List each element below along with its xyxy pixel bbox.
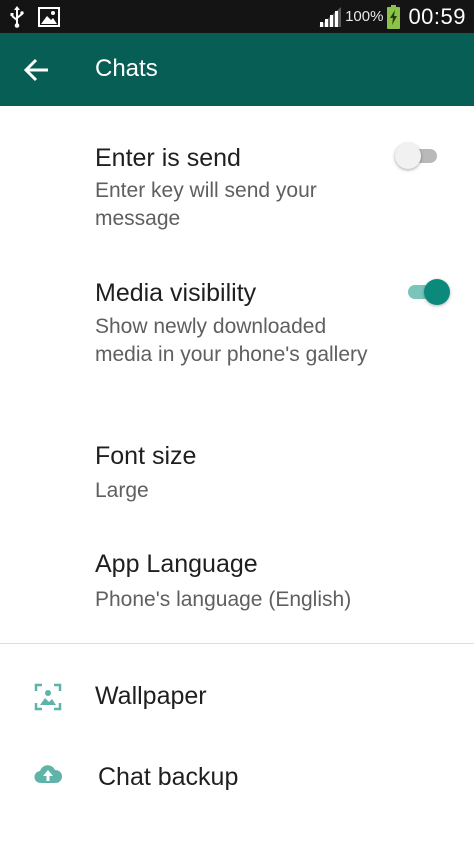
setting-enter-is-send[interactable]: Enter is send Enter key will send your m… xyxy=(0,106,474,236)
setting-subtitle: Enter key will send your message xyxy=(95,179,317,230)
section-divider xyxy=(0,643,474,644)
setting-title: Font size xyxy=(95,442,197,470)
wallpaper-icon xyxy=(34,683,62,711)
wallpaper-row[interactable]: Wallpaper xyxy=(0,660,474,735)
cloud-upload-icon xyxy=(34,765,63,784)
status-time: 00:59 xyxy=(408,3,466,29)
signal-icon xyxy=(319,6,342,27)
battery-charging-icon xyxy=(387,4,401,29)
setting-subtitle: Show newly downloaded media in your phon… xyxy=(95,315,368,366)
chat-backup-row[interactable]: Chat backup xyxy=(0,742,474,817)
page-title: Chats xyxy=(95,55,158,82)
status-bar-right: 100% 00:59 xyxy=(319,0,466,33)
wallpaper-label: Wallpaper xyxy=(95,682,207,710)
image-icon xyxy=(38,7,60,27)
battery-percent: 100% xyxy=(345,8,384,25)
setting-title: Media visibility xyxy=(95,279,257,307)
chat-backup-label: Chat backup xyxy=(98,763,239,791)
setting-app-language[interactable]: App Language Phone's language (English) xyxy=(0,530,474,635)
app-toolbar: Chats xyxy=(0,33,474,106)
status-bar: 100% 00:59 xyxy=(0,0,474,33)
media-visibility-toggle[interactable] xyxy=(404,276,450,306)
setting-subtitle: Large xyxy=(95,479,149,502)
setting-media-visibility[interactable]: Media visibility Show newly downloaded m… xyxy=(0,243,474,403)
arrow-left-icon[interactable] xyxy=(22,55,52,85)
setting-title: App Language xyxy=(95,550,258,578)
enter-is-send-toggle[interactable] xyxy=(395,140,441,170)
toggle-thumb xyxy=(424,279,450,305)
setting-font-size[interactable]: Font size Large xyxy=(0,420,474,520)
usb-icon xyxy=(10,6,24,28)
setting-title: Enter is send xyxy=(95,144,241,172)
setting-subtitle: Phone's language (English) xyxy=(95,588,352,611)
status-bar-left xyxy=(10,6,60,28)
toggle-thumb xyxy=(395,143,421,169)
